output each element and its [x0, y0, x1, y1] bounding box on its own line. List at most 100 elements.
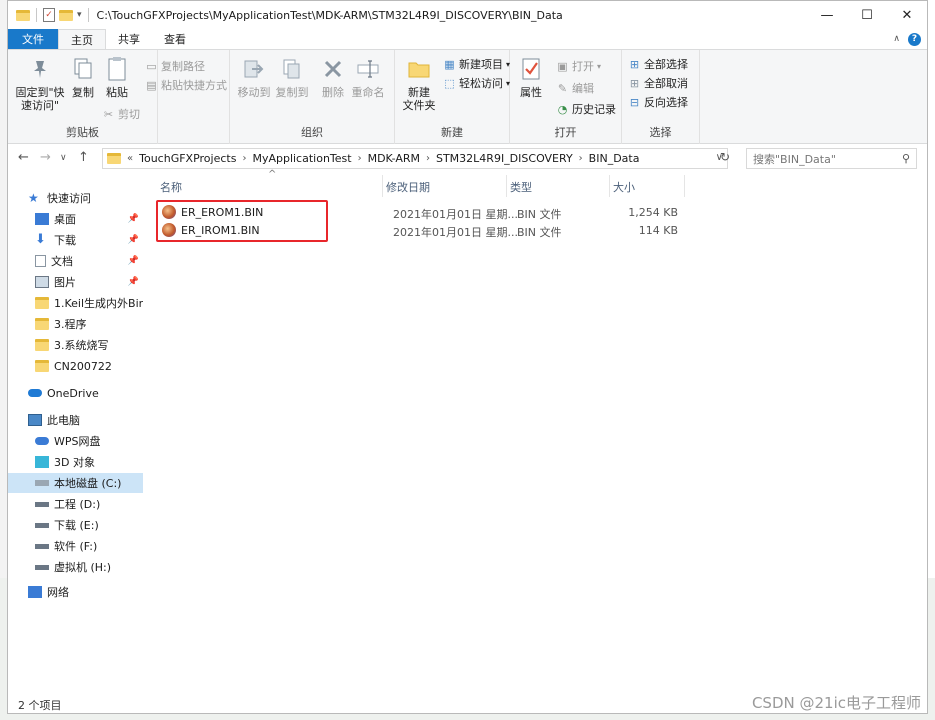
new-folder-icon[interactable] [59, 9, 73, 21]
select-none-button[interactable]: ⊞ 全部取消 [628, 75, 688, 91]
computer-icon [28, 414, 42, 426]
nav-folder-keil[interactable]: 1.Keil生成内外Bin文 [8, 293, 143, 313]
column-header-name[interactable]: 名称 [160, 179, 182, 195]
nav-label: CN200722 [54, 359, 112, 373]
delete-button[interactable]: 删除 [320, 56, 346, 99]
new-folder-button[interactable]: 新建 文件夹 [399, 56, 439, 112]
column-divider[interactable] [609, 175, 610, 197]
tab-home[interactable]: 主页 [58, 29, 106, 49]
maximize-button[interactable]: ☐ [847, 1, 887, 29]
navigation-pane: ★ 快速访问 桌面 📌 ⬇ 下载 📌 文档 📌 图片 📌 1.Keil生成内外B… [8, 177, 143, 697]
pin-icon[interactable]: 📌 [128, 256, 139, 266]
pin-icon[interactable]: 📌 [128, 235, 139, 245]
properties-check-icon[interactable]: ✓ [43, 8, 55, 22]
address-bar[interactable]: « TouchGFXProjects › MyApplicationTest ›… [102, 148, 728, 169]
column-header-size[interactable]: 大小 [613, 179, 635, 195]
paste-label: 粘贴 [106, 86, 128, 99]
copy-button[interactable]: 复制 [68, 56, 98, 99]
new-item-button[interactable]: ▦ 新建项目 ▾ [443, 56, 510, 72]
drive-icon [35, 522, 49, 528]
column-divider[interactable] [506, 175, 507, 197]
properties-button[interactable]: 属性 [516, 56, 546, 99]
nav-this-pc[interactable]: 此电脑 [8, 410, 143, 430]
nav-network[interactable]: 网络 [8, 582, 143, 602]
up-arrow-icon[interactable]: ↑ [78, 150, 89, 165]
rename-button[interactable]: 重命名 [348, 56, 388, 99]
cut-button[interactable]: ✂ 剪切 [102, 106, 140, 122]
new-folder-icon [406, 56, 432, 82]
minimize-button[interactable]: — [807, 1, 847, 29]
open-button[interactable]: ▣ 打开 ▾ [556, 58, 601, 74]
copy-to-button[interactable]: 复制到 [274, 56, 310, 99]
column-header-type[interactable]: 类型 [510, 179, 532, 195]
open-group: 属性 ▣ 打开 ▾ ✎ 编辑 ◔ 历史记录 打开 [510, 50, 622, 144]
paste-button[interactable]: 粘贴 [102, 56, 132, 99]
invert-selection-button[interactable]: ⊟ 反向选择 [628, 94, 688, 110]
nav-drive-c[interactable]: 本地磁盘 (C:) [8, 473, 143, 493]
tab-file[interactable]: 文件 [8, 29, 58, 49]
forward-arrow-icon[interactable]: → [40, 150, 51, 165]
column-header-date[interactable]: 修改日期 [386, 179, 430, 195]
nav-3d-objects[interactable]: 3D 对象 [8, 452, 143, 472]
nav-drive-d[interactable]: 工程 (D:) [8, 494, 143, 514]
document-icon [35, 255, 46, 267]
easy-access-label: 轻松访问 [459, 77, 503, 90]
nav-drive-f[interactable]: 软件 (F:) [8, 536, 143, 556]
overflow-crumb[interactable]: « [127, 153, 133, 164]
nav-label: 桌面 [54, 213, 76, 226]
breadcrumb-myapplicationtest[interactable]: MyApplicationTest [252, 152, 351, 165]
new-group: 新建 文件夹 ▦ 新建项目 ▾ ⬚ 轻松访问 ▾ 新建 [395, 50, 510, 144]
close-button[interactable]: ✕ [887, 1, 927, 29]
history-button[interactable]: ◔ 历史记录 [556, 101, 616, 117]
nav-drive-e[interactable]: 下载 (E:) [8, 515, 143, 535]
file-date: 2021年01月01日 星期... [393, 226, 518, 239]
chevron-right-icon: › [578, 153, 583, 164]
nav-quick-access[interactable]: ★ 快速访问 [8, 188, 143, 208]
history-label: 历史记录 [572, 103, 616, 116]
file-size: 114 KB [638, 224, 678, 237]
recent-dropdown-icon[interactable]: ∨ [60, 153, 67, 163]
nav-drive-h[interactable]: 虚拟机 (H:) [8, 557, 143, 577]
nav-downloads[interactable]: ⬇ 下载 📌 [8, 230, 143, 250]
select-all-button[interactable]: ⊞ 全部选择 [628, 56, 688, 72]
help-icon[interactable]: ? [908, 32, 921, 46]
collapse-ribbon-icon[interactable]: ∧ [893, 34, 900, 44]
breadcrumb-touchgfxprojects[interactable]: TouchGFXProjects [139, 152, 236, 165]
column-divider[interactable] [382, 175, 383, 197]
search-placeholder: 搜索"BIN_Data" [753, 152, 836, 166]
pin-icon[interactable]: 📌 [128, 214, 139, 224]
sort-ascending-icon: ^ [268, 169, 277, 180]
tab-view[interactable]: 查看 [152, 29, 198, 49]
tab-share[interactable]: 共享 [106, 29, 152, 49]
copy-path-button[interactable]: ▭ 复制路径 [145, 58, 205, 74]
column-divider[interactable] [684, 175, 685, 197]
back-arrow-icon[interactable]: ← [18, 150, 29, 165]
breadcrumb-stm32l4r9i-discovery[interactable]: STM32L4R9I_DISCOVERY [436, 152, 573, 165]
customize-dropdown-icon[interactable]: ▾ [77, 10, 82, 20]
drive-icon [35, 480, 49, 486]
paste-shortcut-button[interactable]: ▤ 粘贴快捷方式 [145, 77, 227, 93]
nav-onedrive[interactable]: OneDrive [8, 383, 143, 403]
pin-quick-access-button[interactable]: 固定到"快 速访问" [12, 56, 68, 112]
nav-label: 3.系统烧写 [54, 339, 109, 352]
pin-icon[interactable]: 📌 [128, 277, 139, 287]
open-group-label: 打开 [554, 126, 577, 139]
nav-pictures[interactable]: 图片 📌 [8, 272, 143, 292]
refresh-icon[interactable]: ↻ [720, 150, 730, 164]
easy-access-button[interactable]: ⬚ 轻松访问 ▾ [443, 75, 510, 91]
edit-button[interactable]: ✎ 编辑 [556, 80, 594, 96]
annotation-highlight-box [156, 200, 328, 242]
folder-icon [35, 360, 49, 372]
move-to-button[interactable]: 移动到 [236, 56, 272, 99]
nav-folder-cn200722[interactable]: CN200722 [8, 356, 143, 376]
nav-folder-system-flash[interactable]: 3.系统烧写 [8, 335, 143, 355]
nav-wps-drive[interactable]: WPS网盘 [8, 431, 143, 451]
invert-selection-icon: ⊟ [629, 95, 640, 109]
nav-documents[interactable]: 文档 📌 [8, 251, 143, 271]
nav-desktop[interactable]: 桌面 📌 [8, 209, 143, 229]
nav-folder-program[interactable]: 3.程序 [8, 314, 143, 334]
breadcrumb-bin-data[interactable]: BIN_Data [589, 152, 640, 165]
breadcrumb-mdk-arm[interactable]: MDK-ARM [368, 152, 420, 165]
nav-label: 下载 [54, 234, 76, 247]
search-input[interactable]: 搜索"BIN_Data" ⚲ [746, 148, 917, 169]
